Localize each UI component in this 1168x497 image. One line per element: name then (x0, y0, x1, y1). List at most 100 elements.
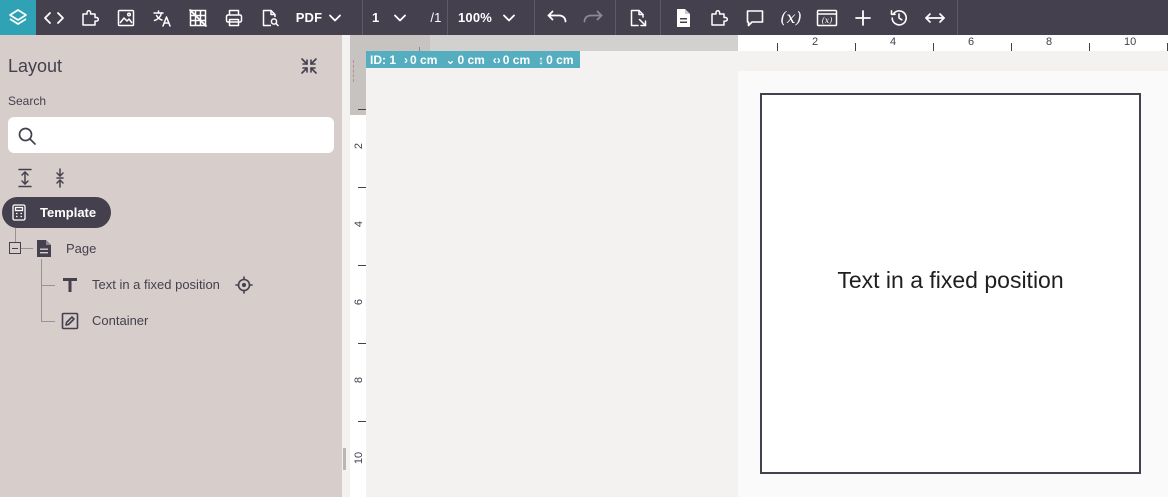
ruler-tick (933, 43, 934, 51)
ruler-number: 2 (353, 142, 365, 150)
layout-sidebar: Layout Search Template Page Text in a fi… (0, 35, 342, 497)
expand-all-icon (18, 168, 32, 188)
page-total-text: /1 (430, 10, 442, 25)
preview-button[interactable] (258, 0, 282, 35)
page-total: /1 (428, 0, 444, 35)
collapse-all-button[interactable] (50, 167, 70, 189)
undo-icon (547, 10, 567, 22)
ruler-offset-shade (350, 35, 430, 51)
search-box (8, 117, 334, 153)
comment-icon (746, 9, 764, 26)
ruler-tick (358, 343, 366, 344)
variables-icon: (x) (780, 8, 802, 27)
extensions-button[interactable] (707, 0, 731, 35)
position-y-value: 0 cm (457, 52, 485, 67)
add-button[interactable] (851, 0, 875, 35)
vertical-ruler: 2 4 6 8 10 (350, 51, 366, 497)
ruler-number: 10 (1124, 36, 1137, 48)
svg-text:(x): (x) (822, 16, 833, 25)
size-height-value: 0 cm (546, 52, 574, 67)
ruler-marker (353, 60, 354, 82)
locate-element-button[interactable] (235, 276, 253, 294)
ruler-tick (358, 187, 366, 188)
toolbar-separator (660, 0, 661, 35)
page-margin (738, 51, 1168, 71)
chevron-down-icon (503, 14, 515, 21)
functions-button[interactable]: (x) (815, 0, 839, 35)
collapse-all-icon (56, 168, 64, 188)
zoom-select[interactable]: 100% (458, 0, 524, 35)
toolbar: PDF 1 /1 100% (x) (x) (0, 0, 1168, 35)
size-width-value: 0 cm (502, 52, 531, 67)
search-icon (17, 126, 37, 146)
redo-button[interactable] (581, 0, 605, 35)
fit-width-button[interactable] (922, 0, 948, 35)
chevron-down-icon (394, 14, 407, 21)
tree-item-template[interactable]: Template (2, 197, 111, 228)
ruler-number: 4 (353, 220, 365, 228)
tree-toggle-page[interactable] (9, 242, 21, 254)
selection-info-bar: ID: 1 › 0 cm ⌄ 0 cm ‹› 0 cm ↕ 0 cm (366, 51, 580, 68)
tree-connector (41, 285, 55, 286)
grid-off-icon (188, 8, 208, 27)
components-button[interactable] (78, 0, 102, 35)
search-input[interactable] (44, 117, 324, 153)
ruler-tick (358, 265, 366, 266)
arrows-horizontal-icon: ‹› (492, 52, 501, 67)
document-icon (37, 240, 51, 257)
image-button[interactable] (114, 0, 138, 35)
zoom-value: 100% (458, 10, 493, 25)
code-view-button[interactable] (40, 0, 68, 35)
container-element[interactable]: Text in a fixed position (760, 93, 1141, 474)
arrows-vertical-icon: ↕ (538, 52, 545, 67)
redo-icon (583, 10, 603, 22)
page-current: 1 (372, 10, 380, 25)
toolbar-separator (615, 0, 616, 35)
table-off-button[interactable] (186, 0, 210, 35)
translate-button[interactable] (150, 0, 174, 35)
tree-connector (21, 248, 33, 249)
toolbar-separator (447, 0, 448, 35)
history-button[interactable] (887, 0, 911, 35)
undo-button[interactable] (545, 0, 569, 35)
ruler-number: 2 (812, 36, 819, 48)
export-button[interactable] (626, 0, 650, 35)
tree-label-text: Text in a fixed position (92, 277, 220, 292)
chevron-right-icon: › (404, 52, 409, 67)
toolbar-separator (362, 0, 363, 35)
ruler-tick (1011, 43, 1012, 51)
tree-connector (15, 228, 16, 242)
size-width: ‹› 0 cm (493, 53, 530, 67)
splitter-handle[interactable] (343, 448, 346, 470)
collapse-sidebar-button[interactable] (298, 55, 320, 77)
code-icon (44, 11, 64, 24)
layout-panel-button[interactable] (0, 0, 36, 35)
collapse-icon (301, 58, 317, 74)
expand-all-button[interactable] (15, 167, 35, 189)
tree-label-page: Page (66, 241, 97, 256)
document-search-icon (262, 9, 280, 27)
print-button[interactable] (222, 0, 246, 35)
comments-button[interactable] (743, 0, 767, 35)
fixed-position-text[interactable]: Text in a fixed position (762, 267, 1139, 294)
history-icon (890, 9, 907, 26)
function-box-icon: (x) (816, 9, 838, 26)
page-settings-button[interactable] (671, 0, 695, 35)
puzzle-icon (82, 9, 100, 26)
format-select[interactable]: PDF (290, 0, 348, 35)
edit-box-icon (61, 312, 79, 330)
document-export-icon (630, 9, 647, 26)
sidebar-title: Layout (8, 56, 63, 76)
ruler-tick (358, 109, 366, 110)
toolbar-separator (534, 0, 535, 35)
document-icon (677, 8, 690, 27)
chevron-down-icon (329, 14, 342, 21)
printer-icon (225, 9, 243, 26)
ruler-number: 8 (1046, 36, 1053, 48)
variables-button[interactable]: (x) (778, 0, 804, 35)
image-icon (117, 9, 135, 26)
text-icon (63, 278, 77, 292)
ruler-tick (358, 421, 366, 422)
page-select[interactable]: 1 (372, 0, 424, 35)
ruler-number: 8 (353, 376, 365, 384)
